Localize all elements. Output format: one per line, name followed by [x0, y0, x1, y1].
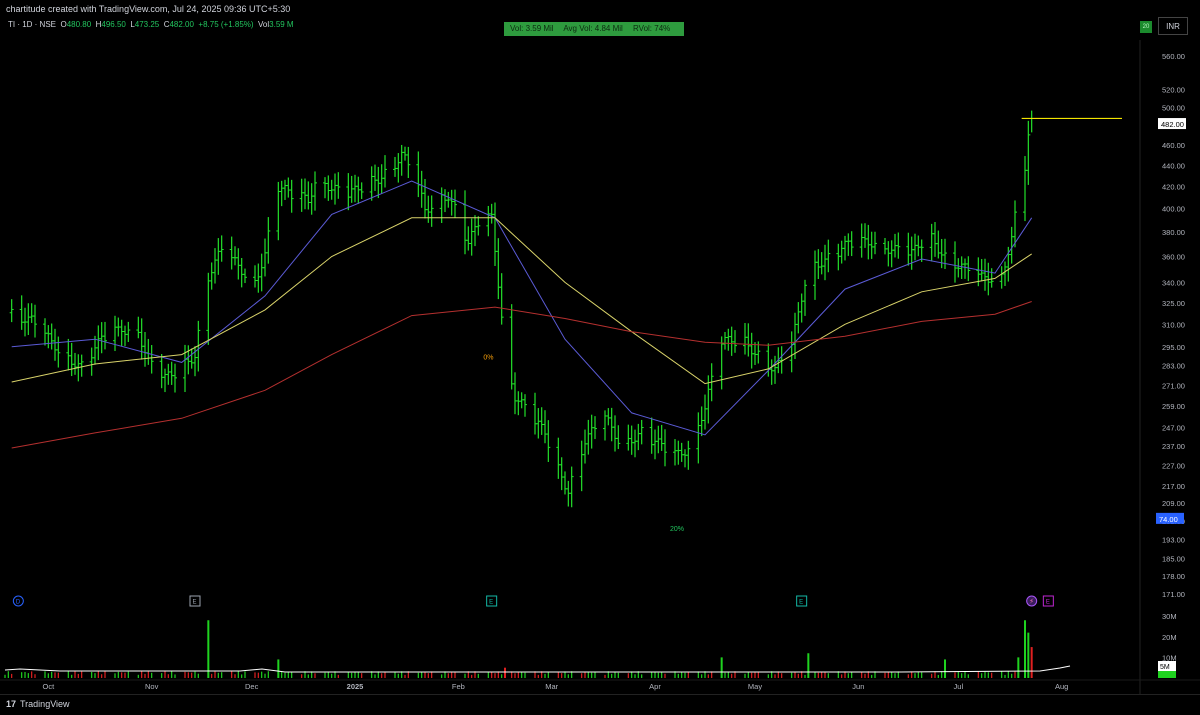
x-tick-label: Oct	[42, 682, 55, 691]
x-tick-label: Apr	[649, 682, 661, 691]
y-tick-label: 227.00	[1162, 462, 1185, 471]
y-tick-label: 440.00	[1162, 161, 1185, 170]
y-tick-label: 217.00	[1162, 482, 1185, 491]
y-tick-label: 520.00	[1162, 86, 1185, 95]
y-tick-label: 460.00	[1162, 141, 1185, 150]
moving-average-line	[11, 217, 1032, 385]
x-tick-label: Nov	[145, 682, 159, 691]
y-tick-label: 259.00	[1162, 402, 1185, 411]
earnings-event-label: E	[193, 600, 197, 606]
y-tick-label: 247.00	[1162, 423, 1185, 432]
tradingview-brand: TradingView	[20, 699, 70, 709]
x-tick-label: Mar	[545, 682, 558, 691]
earnings-event-label: E	[799, 600, 803, 606]
y-tick-label: 209.00	[1162, 499, 1185, 508]
price-chart[interactable]: 560.00 520.00 500.00 460.00 440.00 420.00 400.…	[0, 0, 1200, 694]
dividend-event-label: D	[16, 600, 21, 606]
y-tick-label: 400.00	[1162, 205, 1185, 214]
y-tick-label: 237.00	[1162, 442, 1185, 451]
y-tick-label: 171.00	[1162, 590, 1185, 599]
last-price-label: 482.00	[1161, 120, 1184, 129]
volume-last-label: 5M	[1160, 664, 1170, 671]
footer-bar: 17 TradingView	[0, 694, 1200, 715]
y-tick-label: 360.00	[1162, 252, 1185, 261]
blue-price-label: 74.00	[1159, 515, 1178, 524]
volume-tick-label: 20M	[1162, 633, 1177, 642]
tradingview-logo[interactable]: 17 TradingView	[6, 699, 70, 709]
earnings-event-label: E	[489, 600, 493, 606]
y-tick-label: 185.00	[1162, 555, 1185, 564]
y-tick-label: 560.00	[1162, 52, 1185, 61]
x-tick-label: Jul	[954, 682, 964, 691]
y-tick-label: 271.00	[1162, 381, 1185, 390]
y-tick-label: 340.00	[1162, 278, 1185, 287]
x-tick-label: May	[748, 682, 762, 691]
y-tick-label: 325.00	[1162, 299, 1185, 308]
tradingview-logo-icon: 17	[6, 699, 17, 709]
x-tick-label: Aug	[1055, 682, 1068, 691]
average-volume-line	[4, 665, 1071, 673]
y-tick-label: 178.00	[1162, 572, 1185, 581]
y-tick-label: 380.00	[1162, 228, 1185, 237]
flash-event-glyph: ⚡	[1029, 598, 1034, 606]
volume-tick-label: 30M	[1162, 612, 1177, 621]
y-tick-label: 295.00	[1162, 343, 1185, 352]
x-tick-label: 2025	[347, 682, 364, 691]
volume-last-label-marker	[1158, 671, 1176, 678]
y-tick-label: 310.00	[1162, 320, 1185, 329]
earnings-event-label: E	[1046, 600, 1050, 606]
y-tick-label: 193.00	[1162, 535, 1185, 544]
percent-annotation: 20%	[670, 526, 684, 533]
y-tick-label: 283.00	[1162, 362, 1185, 371]
x-tick-label: Feb	[452, 682, 465, 691]
percent-annotation: 0%	[483, 354, 493, 361]
y-tick-label: 500.00	[1162, 103, 1185, 112]
y-tick-label: 420.00	[1162, 183, 1185, 192]
x-tick-label: Dec	[245, 682, 259, 691]
x-tick-label: Jun	[852, 682, 864, 691]
